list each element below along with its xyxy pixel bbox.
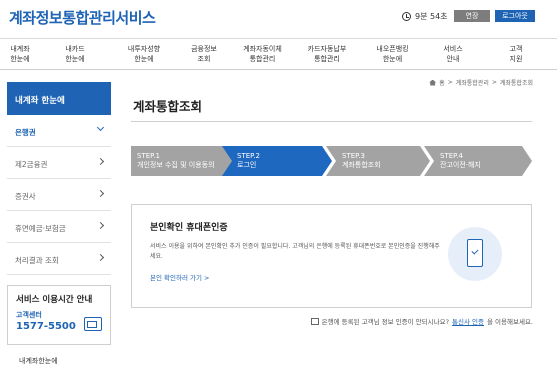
step-label: 로그인 bbox=[237, 161, 257, 169]
sidebar-item-label: 처리결과 조회 bbox=[15, 256, 59, 265]
step-4: STEP.4 잔고이전·해지 bbox=[424, 146, 532, 176]
sidebar-item-label: 증권사 bbox=[15, 192, 36, 201]
step-label: 잔고이전·해지 bbox=[440, 161, 481, 169]
nav-item-accounts[interactable]: 내계좌 한눈에 bbox=[0, 39, 40, 69]
step-number: STEP.2 bbox=[237, 152, 260, 160]
sidebar-item-secondary-finance[interactable]: 제2금융권 bbox=[7, 147, 111, 179]
step-number: STEP.4 bbox=[440, 152, 463, 160]
nav-item-auto-transfer[interactable]: 계좌자동이체 통합관리 bbox=[230, 39, 295, 69]
sidebar-item-label: 제2금융권 bbox=[15, 160, 48, 169]
sidebar-item-dormant[interactable]: 휴면예금·보험금 bbox=[7, 211, 111, 243]
home-icon[interactable] bbox=[429, 79, 437, 86]
info-icon bbox=[310, 317, 319, 325]
carrier-auth-link[interactable]: 통신사 인증 bbox=[452, 316, 484, 326]
service-hours-title: 서비스 이용시간 안내 bbox=[16, 295, 93, 305]
sidebar-footer-label: 내계좌한눈에 bbox=[19, 357, 58, 365]
breadcrumb-current: 계좌통합조회 bbox=[499, 80, 533, 87]
chevron-right-icon bbox=[96, 189, 105, 198]
nav-item-cards[interactable]: 내카드 한눈에 bbox=[40, 39, 110, 69]
smartphone-check-icon bbox=[467, 239, 483, 267]
phone-verification-panel: 본인확인 휴대폰인증 서비스 이용을 위하여 본인확인 추가 인증이 필요합니다… bbox=[131, 204, 532, 308]
sidebar-item-results[interactable]: 처리결과 조회 bbox=[7, 243, 111, 275]
site-title[interactable]: 계좌정보통합관리서비스 bbox=[9, 7, 156, 28]
step-2: STEP.2 로그인 bbox=[222, 146, 332, 176]
step-number: STEP.3 bbox=[342, 152, 365, 160]
verify-identity-link[interactable]: 본인 확인하러 가기 > bbox=[150, 272, 210, 282]
sidebar-item-securities[interactable]: 증권사 bbox=[7, 179, 111, 211]
chevron-right-icon bbox=[96, 253, 105, 262]
carrier-auth-note: 은행에 등록된 고객님 정보 인증이 안되시나요? 통신사 인증 을 이용해보세… bbox=[310, 316, 533, 326]
id-card-icon bbox=[84, 317, 102, 331]
page-title: 계좌통합조회 bbox=[133, 99, 203, 114]
sidebar-item-label: 휴면예금·보험금 bbox=[15, 224, 66, 233]
step-1: STEP.1 개인정보 수집 및 이용동의 bbox=[131, 146, 234, 176]
chevron-right-icon bbox=[96, 157, 105, 166]
session-timer: 9분 54초 bbox=[402, 11, 448, 22]
breadcrumb-section[interactable]: 계좌통합관리 bbox=[456, 78, 489, 87]
divider bbox=[131, 121, 532, 122]
phone-illustration bbox=[448, 227, 502, 281]
step-3: STEP.3 계좌통합조회 bbox=[326, 146, 430, 176]
nav-item-card-autopay[interactable]: 카드자동납부 통합관리 bbox=[295, 39, 359, 69]
chevron-down-icon bbox=[96, 123, 105, 132]
step-label: 계좌통합조회 bbox=[342, 161, 381, 169]
nav-item-openbanking[interactable]: 내오픈뱅킹 한눈에 bbox=[359, 39, 426, 69]
note-text: 은행에 등록된 고객님 정보 인증이 안되시나요? bbox=[321, 318, 450, 326]
sidebar-item-bank[interactable]: 은행권 bbox=[7, 115, 111, 147]
sidebar-title: 내계좌 한눈에 bbox=[7, 82, 111, 115]
clock-icon bbox=[402, 12, 411, 21]
sidebar-item-label: 은행권 bbox=[15, 128, 36, 137]
nav-item-support[interactable]: 고객 지원 bbox=[480, 39, 552, 69]
breadcrumb-home[interactable]: 홈 bbox=[439, 78, 445, 87]
nav-item-investment[interactable]: 내투자성향 한눈에 bbox=[110, 39, 178, 69]
service-hours-box[interactable]: 서비스 이용시간 안내 고객센터 1577-5500 bbox=[7, 285, 111, 345]
step-indicator: STEP.1 개인정보 수집 및 이용동의 STEP.2 로그인 STEP.3 … bbox=[131, 146, 532, 176]
main-nav: 내계좌 한눈에 내카드 한눈에 내투자성향 한눈에 금융정보 조회 계좌자동이체… bbox=[0, 38, 557, 70]
timer-text: 9분 54초 bbox=[415, 12, 448, 21]
logout-button[interactable]: 로그아웃 bbox=[495, 10, 535, 22]
note-text-end: 을 이용해보세요. bbox=[487, 318, 533, 326]
header: 계좌정보통합관리서비스 9분 54초 연장 로그아웃 bbox=[0, 0, 557, 34]
step-number: STEP.1 bbox=[137, 152, 160, 160]
breadcrumb: 홈 > 계좌통합관리 > 계좌통합조회 bbox=[429, 78, 533, 87]
nav-item-service-guide[interactable]: 서비스 안내 bbox=[426, 39, 480, 69]
nav-item-financial-info[interactable]: 금융정보 조회 bbox=[178, 39, 230, 69]
extend-session-button[interactable]: 연장 bbox=[454, 10, 490, 22]
step-label: 개인정보 수집 및 이용동의 bbox=[137, 161, 215, 169]
chevron-right-icon bbox=[96, 221, 105, 230]
phone-verification-description: 서비스 이용을 위하여 본인확인 추가 인증이 필요합니다. 고객님의 은행에 … bbox=[150, 243, 440, 260]
